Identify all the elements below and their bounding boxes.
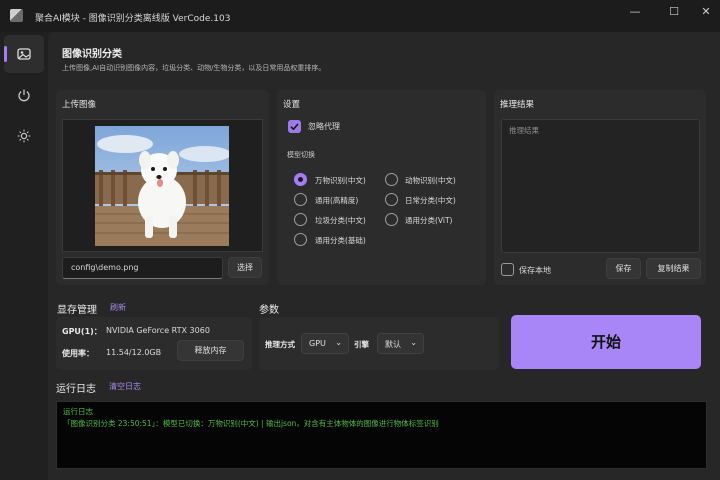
copy-result-button[interactable]: 复制结果	[646, 258, 701, 279]
model-radio-general-hq[interactable]	[294, 193, 307, 206]
rail-item-theme[interactable]	[4, 117, 44, 155]
release-memory-button[interactable]: 释放内存	[177, 340, 244, 361]
ignore-proxy-checkbox[interactable]	[288, 120, 301, 133]
page-title: 图像识别分类	[62, 49, 122, 60]
upload-label: 上传图像	[62, 100, 97, 110]
start-button[interactable]: 开始	[511, 315, 701, 369]
model-radio-general-basic[interactable]	[294, 233, 307, 246]
maximize-button[interactable]: ☐	[659, 4, 689, 20]
engine-label: 引擎	[354, 340, 369, 349]
infer-mode-select[interactable]: GPU ⌄	[301, 333, 349, 354]
engine-select[interactable]: 默认 ⌄	[377, 333, 424, 354]
minimize-button[interactable]: —	[620, 4, 650, 20]
image-path-input[interactable]: config\demo.png	[62, 257, 223, 279]
engine-value: 默认	[385, 340, 401, 349]
model-radio-general-vit[interactable]	[385, 213, 398, 226]
model-label-general-vit: 通用分类(ViT)	[405, 216, 453, 225]
memory-section-title: 显存管理	[57, 305, 97, 316]
usage-value: 11.54/12.0GB	[106, 348, 162, 357]
model-label-daily-cn: 日常分类(中文)	[405, 196, 456, 205]
model-radio-daily-cn[interactable]	[385, 193, 398, 206]
usage-key: 使用率：	[62, 349, 94, 358]
model-label-garbage-cn: 垃圾分类(中文)	[315, 216, 366, 225]
refresh-link[interactable]: 刷新	[110, 302, 126, 313]
gpu-value: NVIDIA GeForce RTX 3060	[106, 326, 210, 335]
chevron-down-icon: ⌄	[335, 338, 342, 347]
save-local-checkbox[interactable]	[501, 263, 514, 276]
brightness-icon	[17, 129, 31, 143]
log-output[interactable]	[56, 401, 707, 469]
model-label-universal-cn: 万物识别(中文)	[315, 176, 366, 185]
save-local-label: 保存本地	[519, 266, 551, 275]
log-line: 运行日志	[63, 407, 93, 416]
close-button[interactable]: ✕	[691, 4, 720, 20]
window-title: 聚合AI模块 - 图像识别分类离线版 VerCode.103	[35, 14, 231, 24]
app-logo-icon	[10, 9, 23, 22]
uploaded-dog-image	[95, 126, 229, 246]
settings-card	[277, 90, 486, 285]
chevron-down-icon: ⌄	[410, 338, 417, 347]
infer-mode-label: 推理方式	[265, 340, 295, 349]
log-section-title: 运行日志	[56, 384, 96, 395]
select-image-button[interactable]: 选择	[228, 257, 262, 278]
result-placeholder: 推理结果	[509, 126, 539, 135]
clear-log-link[interactable]: 清空日志	[109, 381, 141, 392]
model-label-general-basic: 通用分类(基础)	[315, 236, 366, 245]
title-bar: 聚合AI模块 - 图像识别分类离线版 VerCode.103 — ☐ ✕	[0, 0, 720, 32]
rail-item-power[interactable]	[4, 76, 44, 114]
model-radio-garbage-cn[interactable]	[294, 213, 307, 226]
gpu-key: GPU(1)：	[62, 327, 102, 336]
ignore-proxy-label: 忽略代理	[308, 122, 340, 131]
settings-label: 设置	[283, 100, 301, 110]
check-icon	[290, 123, 299, 131]
power-icon	[18, 89, 30, 102]
result-label: 推理结果	[500, 100, 535, 110]
model-radio-animal-cn[interactable]	[385, 173, 398, 186]
params-section-title: 参数	[259, 305, 279, 316]
image-classify-icon	[17, 48, 31, 60]
log-line: 「图像识别分类 23:50:51」：模型已切换：万物识别(中文) | 输出jso…	[63, 419, 439, 428]
rail-item-image-classify[interactable]	[4, 35, 44, 73]
model-switch-label: 模型切换	[287, 151, 315, 159]
infer-mode-value: GPU	[309, 339, 326, 348]
result-textarea[interactable]	[501, 119, 700, 253]
model-label-general-hq: 通用(高精度)	[315, 196, 359, 205]
model-label-animal-cn: 动物识别(中文)	[405, 176, 456, 185]
page-subtitle: 上传图像,AI自动识别图像内容，垃圾分类、动物/生物分类，以及日常用品权重排序。	[62, 64, 326, 72]
model-radio-universal-cn[interactable]	[294, 173, 307, 186]
save-button[interactable]: 保存	[606, 258, 641, 279]
